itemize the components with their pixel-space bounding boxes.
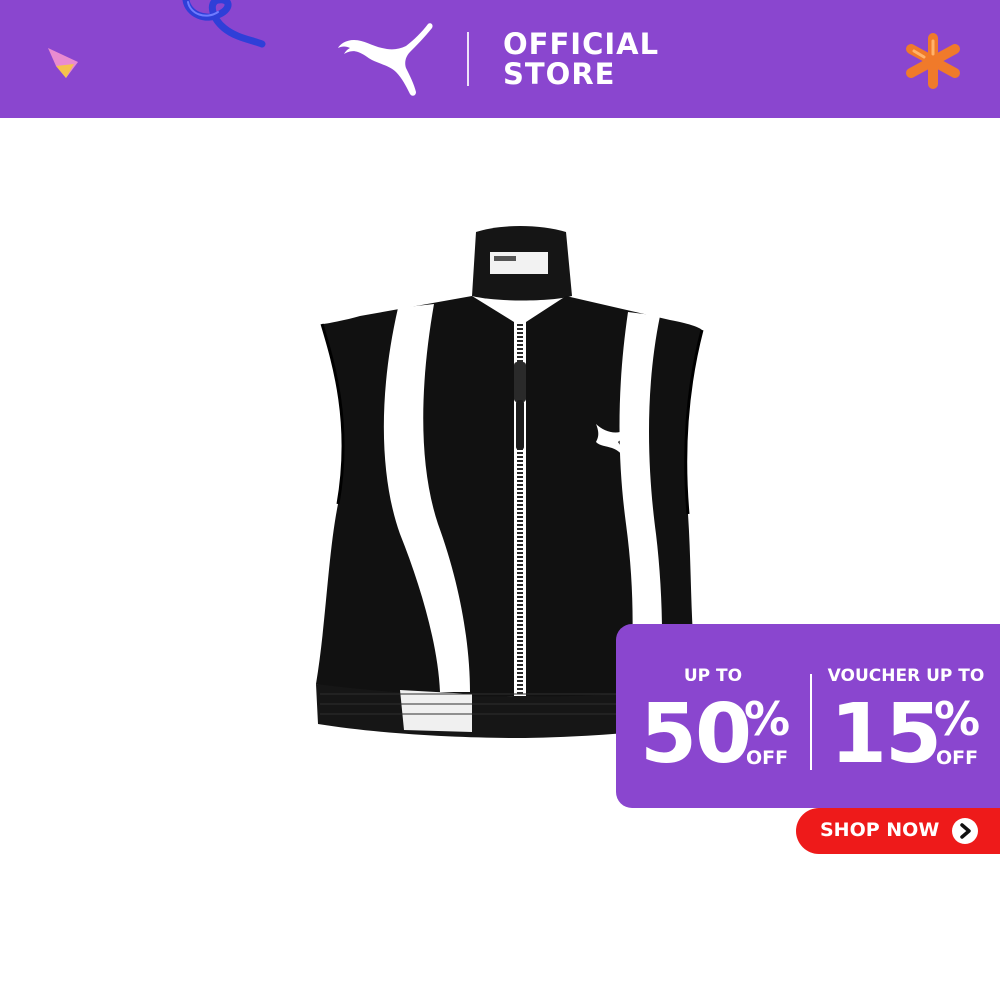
voucher-percent: % bbox=[934, 692, 981, 746]
store-label-line2: STORE bbox=[503, 57, 616, 91]
confetti-diamond-icon bbox=[48, 48, 78, 78]
confetti-asterisk-icon bbox=[906, 33, 960, 89]
voucher-off: OFF bbox=[936, 747, 979, 769]
discount-block: UP TO 50 % OFF bbox=[616, 624, 810, 808]
voucher-label: VOUCHER UP TO bbox=[827, 666, 985, 686]
voucher-value: 15 bbox=[830, 687, 942, 782]
chevron-right-icon bbox=[952, 818, 978, 844]
shop-now-button[interactable]: SHOP NOW bbox=[796, 808, 1000, 854]
header-divider bbox=[467, 32, 469, 86]
confetti-ribbon-icon bbox=[182, 0, 266, 48]
discount-label: UP TO bbox=[683, 666, 743, 686]
voucher-block: VOUCHER UP TO 15 % OFF bbox=[812, 624, 1000, 808]
discount-value: 50 bbox=[640, 687, 752, 782]
shop-now-label: SHOP NOW bbox=[820, 819, 940, 841]
discount-off: OFF bbox=[746, 747, 789, 769]
header-banner: OFFICIAL STORE bbox=[0, 0, 1000, 118]
discount-percent: % bbox=[744, 692, 791, 746]
store-label-line1: OFFICIAL bbox=[503, 27, 660, 61]
promo-card: UP TO 50 % OFF VOUCHER UP TO 15 % OFF bbox=[616, 624, 1000, 808]
puma-logo-icon[interactable] bbox=[336, 20, 436, 98]
